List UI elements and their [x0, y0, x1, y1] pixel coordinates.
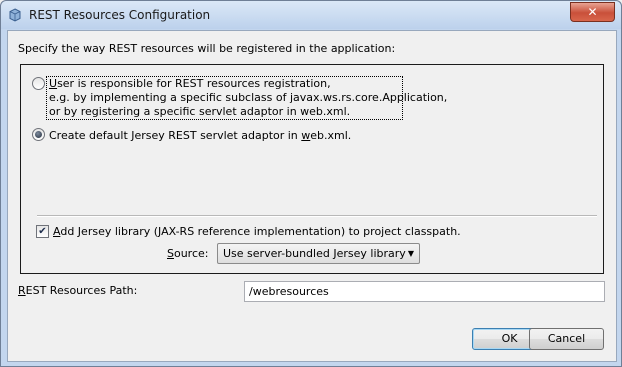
source-select[interactable]: Use server-bundled Jersey library ▼: [217, 243, 420, 264]
add-jersey-library-label: Add Jersey library (JAX-RS reference imp…: [53, 225, 461, 238]
close-icon: ✕: [587, 5, 598, 19]
radio-user-responsible-detail-1: e.g. by implementing a specific subclass…: [49, 91, 448, 104]
dialog-window: REST Resources Configuration ✕ Specify t…: [0, 0, 622, 367]
title-bar[interactable]: REST Resources Configuration ✕: [1, 1, 621, 29]
radio-default-adaptor-label: Create default Jersey REST servlet adapt…: [49, 129, 352, 142]
radio-user-responsible-label: User is responsible for REST resources r…: [49, 77, 331, 90]
app-icon: [8, 8, 22, 22]
checkmark-icon: ✔: [38, 226, 47, 237]
rest-resources-path-field[interactable]: [244, 281, 605, 302]
intro-text: Specify the way REST resources will be r…: [18, 42, 396, 55]
window-title: REST Resources Configuration: [29, 8, 211, 22]
chevron-down-icon: ▼: [407, 249, 414, 258]
rest-resources-path-label: REST Resources Path:: [18, 284, 138, 297]
separator: [37, 215, 597, 217]
radio-user-responsible-control[interactable]: [32, 77, 45, 90]
radio-user-responsible-detail-2: or by registering a specific servlet ada…: [49, 105, 351, 118]
source-label: Source:: [167, 247, 209, 260]
close-button[interactable]: ✕: [570, 2, 615, 22]
add-jersey-library-checkbox-control[interactable]: ✔: [36, 225, 49, 238]
radio-default-adaptor-control[interactable]: [32, 128, 45, 141]
cancel-button[interactable]: Cancel: [529, 328, 604, 350]
rest-resources-path-input[interactable]: [245, 282, 604, 301]
radio-selected-dot: [35, 131, 42, 138]
dialog-content: Specify the way REST resources will be r…: [7, 30, 617, 362]
source-select-value: Use server-bundled Jersey library: [223, 247, 406, 260]
registration-panel: User is responsible for REST resources r…: [20, 64, 604, 274]
